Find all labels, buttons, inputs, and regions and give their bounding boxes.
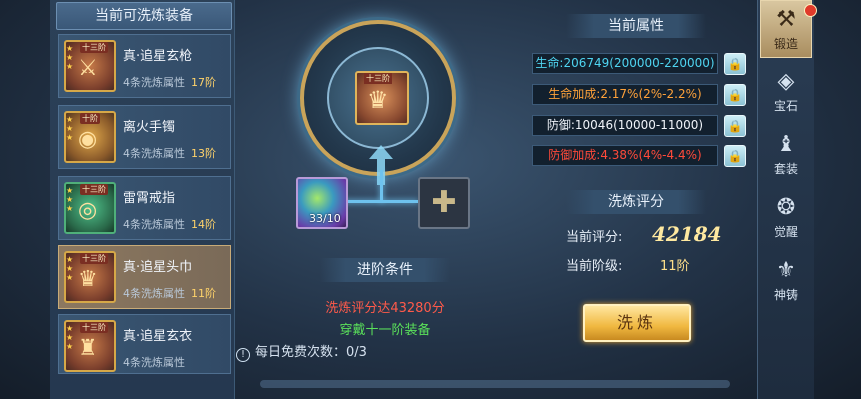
- nav-awaken[interactable]: ❂ 觉醒: [760, 189, 812, 247]
- material-count: 33/10: [309, 212, 341, 225]
- star-icon: ★ ★ ★: [66, 186, 74, 213]
- armor-set-icon: ♝: [776, 132, 796, 157]
- helmet-glyph-icon: ♛: [78, 267, 98, 292]
- equipment-item-selected[interactable]: ★ ★ ★ 十三阶 ♛ 真·追星头巾 4条洗炼属性 11阶: [58, 245, 231, 309]
- free-times-text: 每日免费次数：0/3: [255, 345, 367, 360]
- current-attributes-title: 当前属性: [566, 14, 706, 38]
- current-score-value: 42184: [652, 222, 722, 246]
- equipment-item[interactable]: ★ ★ ★ 十三阶 ⚔ 真·追星玄枪 4条洗炼属性 17阶: [58, 34, 231, 98]
- current-score-label: 当前评分:: [566, 230, 623, 245]
- lock-icon[interactable]: 🔒: [724, 115, 746, 137]
- nav-label: 觉醒: [773, 225, 798, 239]
- free-times-line: ! 每日免费次数：0/3: [236, 341, 367, 362]
- star-icon: ★ ★ ★: [66, 115, 74, 142]
- equipment-name: 离火手镯: [123, 120, 176, 135]
- equipment-attr-line: 4条洗炼属性 13阶: [123, 145, 216, 161]
- notification-dot: [804, 4, 817, 17]
- lock-icon[interactable]: 🔒: [724, 53, 746, 75]
- tier-badge: 十三阶: [80, 184, 108, 195]
- nav-divine-forge[interactable]: ⚜ 神铸: [760, 252, 812, 310]
- nav-label: 锻造: [773, 37, 798, 51]
- star-icon: ★ ★ ★: [66, 324, 74, 351]
- helmet-glyph-icon: ♛: [367, 86, 389, 114]
- advance-conditions-title: 进阶条件: [320, 258, 450, 282]
- equipment-attr-count: 4条洗炼属性: [123, 287, 185, 300]
- connector-line: [342, 200, 418, 203]
- current-tier-value: 11阶: [660, 259, 690, 274]
- star-icon: ★ ★ ★: [66, 255, 74, 282]
- equipment-name: 真·追星玄枪: [123, 49, 193, 64]
- nav-label: 宝石: [773, 99, 798, 113]
- refine-score-title: 洗炼评分: [566, 190, 706, 214]
- add-material-button[interactable]: ✚: [418, 177, 470, 229]
- gem-icon: ◈: [777, 69, 795, 94]
- nav-armor-set[interactable]: ♝ 套装: [760, 126, 812, 184]
- robe-glyph-icon: ♜: [78, 336, 98, 361]
- tier-badge: 十三阶: [80, 42, 108, 53]
- bottom-decoration: [260, 380, 730, 388]
- equipment-attr-line: 4条洗炼属性 11阶: [123, 285, 216, 301]
- star-icon: ★ ★ ★: [66, 44, 74, 71]
- attribute-row: 生命加成:2.17%(2%-2.2%): [532, 84, 718, 105]
- equipment-tier: 14阶: [191, 218, 216, 231]
- nav-label: 套装: [773, 162, 798, 176]
- equipment-attr-count: 4条洗炼属性: [123, 76, 185, 89]
- current-tier-label: 当前阶级:: [566, 259, 623, 274]
- spear-icon: ★ ★ ★ 十三阶 ⚔: [64, 40, 116, 92]
- condition-score: 洗炼评分达43280分: [325, 301, 445, 316]
- info-icon[interactable]: !: [236, 348, 250, 362]
- divine-forge-icon: ⚜: [776, 258, 796, 283]
- refine-button[interactable]: 洗炼: [583, 304, 691, 342]
- connector-line: [380, 170, 383, 202]
- attribute-row: 防御加成:4.38%(4%-4.4%): [532, 145, 718, 166]
- spear-glyph-icon: ⚔: [78, 56, 98, 81]
- equipment-item[interactable]: ★ ★ ★ 十三阶 ◎ 雷霄戒指 4条洗炼属性 14阶: [58, 176, 231, 240]
- equipment-attr-count: 4条洗炼属性: [123, 147, 185, 160]
- equipment-tier: 11阶: [191, 287, 216, 300]
- nav-label: 神铸: [773, 288, 798, 302]
- condition-equip: 穿戴十一阶装备: [339, 323, 431, 338]
- lock-icon[interactable]: 🔒: [724, 145, 746, 167]
- tier-badge: 十三阶: [80, 253, 108, 264]
- tier-badge: 十阶: [80, 113, 100, 124]
- lock-icon[interactable]: 🔒: [724, 84, 746, 106]
- helmet-icon: ★ ★ ★ 十三阶 ♛: [64, 251, 116, 303]
- bracelet-icon: ★ ★ ★ 十阶 ◉: [64, 111, 116, 163]
- nav-gem[interactable]: ◈ 宝石: [760, 63, 812, 121]
- equipment-item[interactable]: ★ ★ ★ 十三阶 ♜ 真·追星玄衣 4条洗炼属性: [58, 314, 231, 374]
- ring-icon: ★ ★ ★ 十三阶 ◎: [64, 182, 116, 234]
- awaken-icon: ❂: [776, 195, 796, 220]
- equipment-name: 雷霄戒指: [123, 191, 176, 206]
- equipment-item[interactable]: ★ ★ ★ 十阶 ◉ 离火手镯 4条洗炼属性 13阶: [58, 105, 231, 169]
- attribute-row: 防御:10046(10000-11000): [532, 115, 718, 136]
- equipment-attr-line: 4条洗炼属性 14阶: [123, 216, 216, 232]
- equipment-attr-line: 4条洗炼属性: [123, 354, 191, 370]
- equipment-attr-count: 4条洗炼属性: [123, 356, 185, 369]
- equipment-name: 真·追星头巾: [123, 260, 193, 275]
- equipment-list-title: 当前可洗炼装备: [56, 2, 232, 30]
- tier-badge: 十三阶: [80, 322, 108, 333]
- ring-glyph-icon: ◎: [78, 198, 98, 223]
- equipment-attr-count: 4条洗炼属性: [123, 218, 185, 231]
- equipment-tier: 13阶: [191, 147, 216, 160]
- bracelet-glyph-icon: ◉: [78, 127, 98, 152]
- attribute-row: 生命:206749(200000-220000): [532, 53, 718, 74]
- selected-tier-badge: 十三阶: [364, 73, 392, 84]
- robe-icon: ★ ★ ★ 十三阶 ♜: [64, 320, 116, 372]
- equipment-name: 真·追星玄衣: [123, 329, 193, 344]
- equipment-tier: 17阶: [191, 76, 216, 89]
- equipment-attr-line: 4条洗炼属性 17阶: [123, 74, 216, 90]
